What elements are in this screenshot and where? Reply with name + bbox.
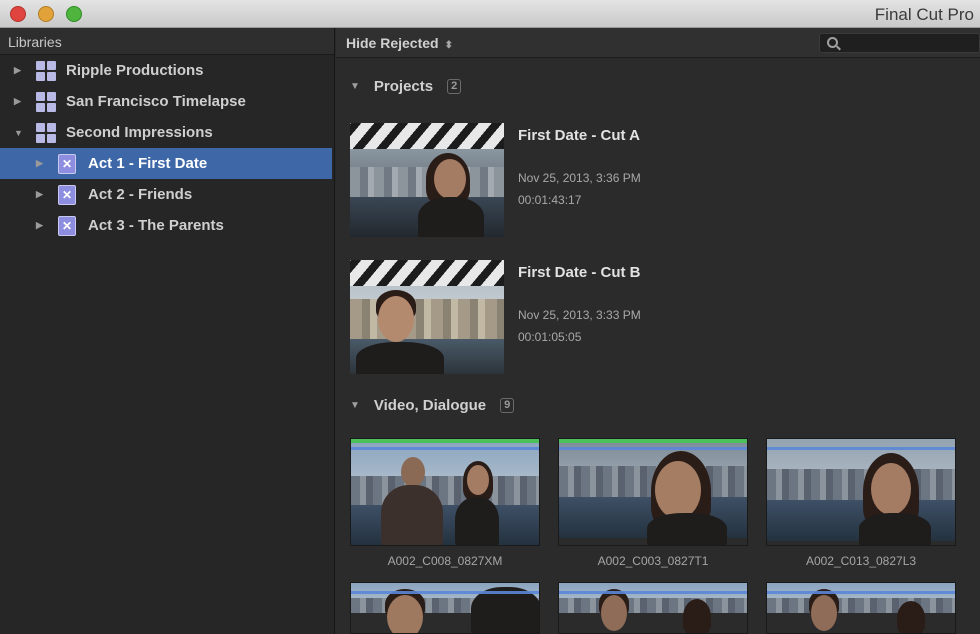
clip-filmstrip (766, 438, 956, 546)
disclosure-right-icon[interactable]: ▶ (14, 96, 26, 107)
section-count-badge: 9 (500, 398, 515, 413)
clip-filmstrip (558, 438, 748, 546)
title-bar: Final Cut Pro (0, 0, 980, 28)
sidebar-item-label: Second Impressions (66, 124, 213, 141)
section-label: Projects (373, 78, 434, 95)
clapperboard-icon (350, 123, 504, 149)
minimize-window-button[interactable] (38, 6, 54, 22)
sidebar-item-label: Ripple Productions (66, 62, 204, 79)
project-date: Nov 25, 2013, 3:33 PM (518, 308, 641, 322)
clip-thumbnail[interactable] (558, 582, 748, 634)
close-window-button[interactable] (10, 6, 26, 22)
browser-toolbar: Hide Rejected ⬍ (336, 28, 980, 58)
clip-thumbnail[interactable]: A002_C013_0827L3 (766, 438, 956, 568)
clapperboard-icon (350, 260, 504, 286)
project-name: First Date - Cut A (518, 127, 640, 144)
sidebar-item-san-francisco-timelapse[interactable]: ▶ San Francisco Timelapse (0, 86, 334, 117)
sidebar-item-ripple-productions[interactable]: ▶ Ripple Productions (0, 55, 334, 86)
projects-section-header[interactable]: ▼ Projects 2 (350, 78, 462, 95)
project-duration: 00:01:05:05 (518, 330, 582, 344)
favorite-tag-bar (559, 439, 747, 443)
event-browser: Hide Rejected ⬍ ▼ Projects 2 First Date … (336, 28, 980, 634)
disclosure-down-icon[interactable]: ▼ (14, 128, 26, 138)
library-icon (36, 122, 56, 143)
keyword-bar (767, 591, 955, 594)
sidebar-item-label: San Francisco Timelapse (66, 93, 246, 110)
sidebar-item-label: Act 1 - First Date (88, 155, 208, 172)
search-field[interactable] (819, 33, 980, 53)
clip-thumbnail[interactable] (350, 582, 540, 634)
keyword-bar (351, 447, 539, 450)
disclosure-right-icon[interactable]: ▶ (36, 158, 48, 169)
clip-thumbnail[interactable]: A002_C003_0827T1 (558, 438, 748, 568)
sidebar-item-second-impressions[interactable]: ▼ Second Impressions (0, 117, 334, 148)
zoom-window-button[interactable] (66, 6, 82, 22)
event-star-icon: ✕ (58, 184, 76, 205)
sidebar-item-act-2-friends[interactable]: ▶ ✕ Act 2 - Friends (0, 179, 334, 210)
disclosure-down-icon[interactable]: ▼ (350, 81, 360, 92)
project-duration: 00:01:43:17 (518, 193, 582, 207)
clip-filmstrip (350, 582, 540, 634)
search-icon (827, 37, 838, 48)
disclosure-right-icon[interactable]: ▶ (36, 189, 48, 200)
keyword-bar (559, 591, 747, 594)
project-item[interactable]: First Date - Cut B Nov 25, 2013, 3:33 PM… (350, 260, 950, 378)
popup-arrows-icon: ⬍ (444, 40, 453, 51)
keyword-bar (351, 591, 539, 594)
clip-filter-popup[interactable]: Hide Rejected ⬍ (346, 35, 453, 51)
disclosure-down-icon[interactable]: ▼ (350, 400, 360, 411)
project-date: Nov 25, 2013, 3:36 PM (518, 171, 641, 185)
clip-thumbnail[interactable] (766, 582, 956, 634)
clip-name: A002_C013_0827L3 (805, 554, 917, 568)
clip-filmstrip (350, 438, 540, 546)
event-star-icon: ✕ (58, 215, 76, 236)
clip-thumbnail[interactable]: A002_C008_0827XM (350, 438, 540, 568)
sidebar-item-label: Act 3 - The Parents (88, 217, 224, 234)
project-item[interactable]: First Date - Cut A Nov 25, 2013, 3:36 PM… (350, 123, 950, 241)
library-icon (36, 60, 56, 81)
window-title: Final Cut Pro (874, 5, 974, 24)
clip-filmstrip (558, 582, 748, 634)
libraries-sidebar: Libraries ▶ Ripple Productions ▶ San Fra… (0, 28, 335, 634)
project-name: First Date - Cut B (518, 264, 641, 281)
favorite-tag-bar (351, 439, 539, 443)
keyword-bar (559, 447, 747, 450)
sidebar-item-act-1-first-date[interactable]: ▶ ✕ Act 1 - First Date (0, 148, 332, 179)
project-poster-frame (350, 149, 504, 237)
clip-filmstrip (766, 582, 956, 634)
keyword-bar (767, 447, 955, 450)
project-thumbnail[interactable] (350, 123, 504, 237)
event-star-icon: ✕ (58, 153, 76, 174)
libraries-header: Libraries (0, 28, 334, 55)
video-dialogue-section-header[interactable]: ▼ Video, Dialogue 9 (350, 397, 515, 414)
disclosure-right-icon[interactable]: ▶ (36, 220, 48, 231)
clip-name: A002_C003_0827T1 (597, 554, 709, 568)
sidebar-item-label: Act 2 - Friends (88, 186, 193, 203)
library-icon (36, 91, 56, 112)
sidebar-item-act-3-the-parents[interactable]: ▶ ✕ Act 3 - The Parents (0, 210, 334, 241)
clip-name: A002_C008_0827XM (387, 554, 503, 568)
disclosure-right-icon[interactable]: ▶ (14, 65, 26, 76)
section-count-badge: 2 (447, 79, 462, 94)
project-thumbnail[interactable] (350, 260, 504, 374)
library-tree: ▶ Ripple Productions ▶ San Francisco Tim… (0, 55, 334, 241)
project-poster-frame (350, 286, 504, 374)
clip-filter-label: Hide Rejected (346, 35, 439, 51)
section-label: Video, Dialogue (373, 397, 487, 414)
